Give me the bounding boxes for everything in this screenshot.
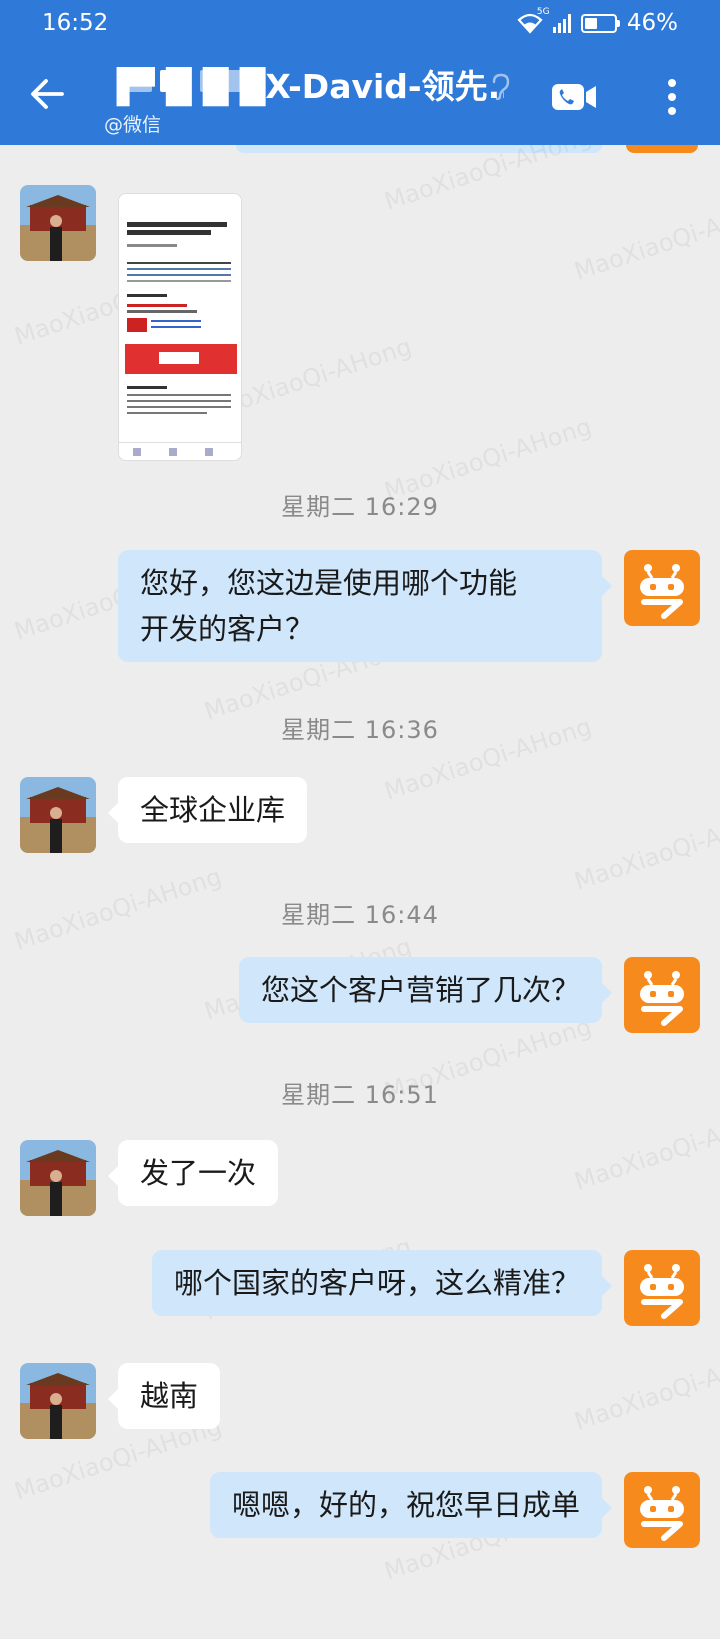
message-bubble-self[interactable]: 您这个客户营销了几次？ — [238, 957, 613, 1023]
self-avatar[interactable] — [624, 550, 700, 626]
avatar-photo — [20, 1140, 96, 1216]
avatar-photo — [20, 1363, 96, 1439]
robot-icon — [624, 957, 700, 1033]
previous-message-bubble — [236, 145, 602, 153]
redaction-mask — [118, 70, 152, 92]
watermark: MaoXiaoQi-AHong — [570, 1102, 720, 1196]
watermark: MaoXiaoQi-AHong — [570, 802, 720, 896]
peer-avatar[interactable] — [20, 1140, 96, 1216]
video-call-icon[interactable] — [550, 80, 598, 114]
email-screenshot-thumbnail — [119, 194, 241, 460]
redaction-mask — [200, 70, 222, 92]
chat-header: 16:52 5G 46% ▐▀ █ █ █X-David-领先... @微信 — [0, 0, 720, 145]
watermark: MaoXiaoQi-AHong — [570, 1342, 720, 1436]
message-text: 发了一次 — [140, 1156, 257, 1190]
redaction-mask — [226, 70, 252, 92]
watermark: MaoXiaoQi-AHong — [380, 145, 595, 216]
watermark: MaoXiaoQi-AHong — [570, 192, 720, 286]
status-time: 16:52 — [42, 10, 109, 36]
chat-subtitle: @微信 — [104, 114, 162, 136]
self-avatar[interactable] — [624, 1472, 700, 1548]
more-options-icon[interactable] — [658, 76, 686, 118]
timestamp: 星期二 16:29 — [281, 493, 439, 521]
avatar-photo — [20, 185, 96, 261]
peer-avatar[interactable] — [20, 185, 96, 261]
message-text: 您这个客户营销了几次？ — [260, 973, 580, 1007]
peer-avatar[interactable] — [20, 1363, 96, 1439]
robot-icon — [624, 550, 700, 626]
message-bubble-self[interactable]: 您好，您这边是使用哪个功能 开发的客户？ — [118, 550, 612, 662]
message-text: 越南 — [140, 1379, 199, 1413]
message-text: 开发的客户？ — [140, 612, 315, 646]
network-type: 5G — [536, 7, 550, 17]
back-arrow-icon[interactable] — [26, 72, 70, 116]
message-bubble-self[interactable]: 嗯嗯，好的，祝您早日成单 — [209, 1472, 613, 1538]
message-bubble-self[interactable]: 哪个国家的客户呀，这么精准？ — [151, 1250, 613, 1316]
robot-icon — [624, 1250, 700, 1326]
earpiece-mode-icon — [492, 73, 510, 100]
robot-icon — [624, 1472, 700, 1548]
self-avatar[interactable] — [624, 1250, 700, 1326]
message-text: 嗯嗯，好的，祝您早日成单 — [231, 1488, 580, 1522]
message-bubble-peer[interactable]: 发了一次 — [107, 1140, 279, 1206]
timestamp: 星期二 16:51 — [281, 1081, 439, 1109]
status-icons: 5G 46% — [517, 7, 678, 36]
avatar-photo — [20, 777, 96, 853]
signal-icon: 5G — [537, 7, 571, 33]
chat-message-list[interactable]: MaoXiaoQi-AHong MaoXiaoQi-AHong MaoXiaoQ… — [0, 145, 720, 1639]
peer-avatar[interactable] — [20, 777, 96, 853]
battery-level: 46% — [626, 10, 678, 36]
self-avatar[interactable] — [624, 957, 700, 1033]
battery-icon — [580, 13, 620, 33]
timestamp: 星期二 16:44 — [281, 901, 439, 929]
self-avatar — [626, 145, 698, 153]
timestamp: 星期二 16:36 — [281, 716, 439, 744]
redaction-mask — [160, 70, 180, 92]
message-bubble-peer[interactable]: 全球企业库 — [107, 777, 308, 843]
message-bubble-peer[interactable]: 越南 — [107, 1363, 221, 1429]
message-text: 您好，您这边是使用哪个功能 — [140, 566, 518, 600]
message-text: 哪个国家的客户呀，这么精准？ — [173, 1266, 580, 1300]
message-text: 全球企业库 — [140, 793, 286, 827]
image-message[interactable] — [118, 193, 242, 461]
